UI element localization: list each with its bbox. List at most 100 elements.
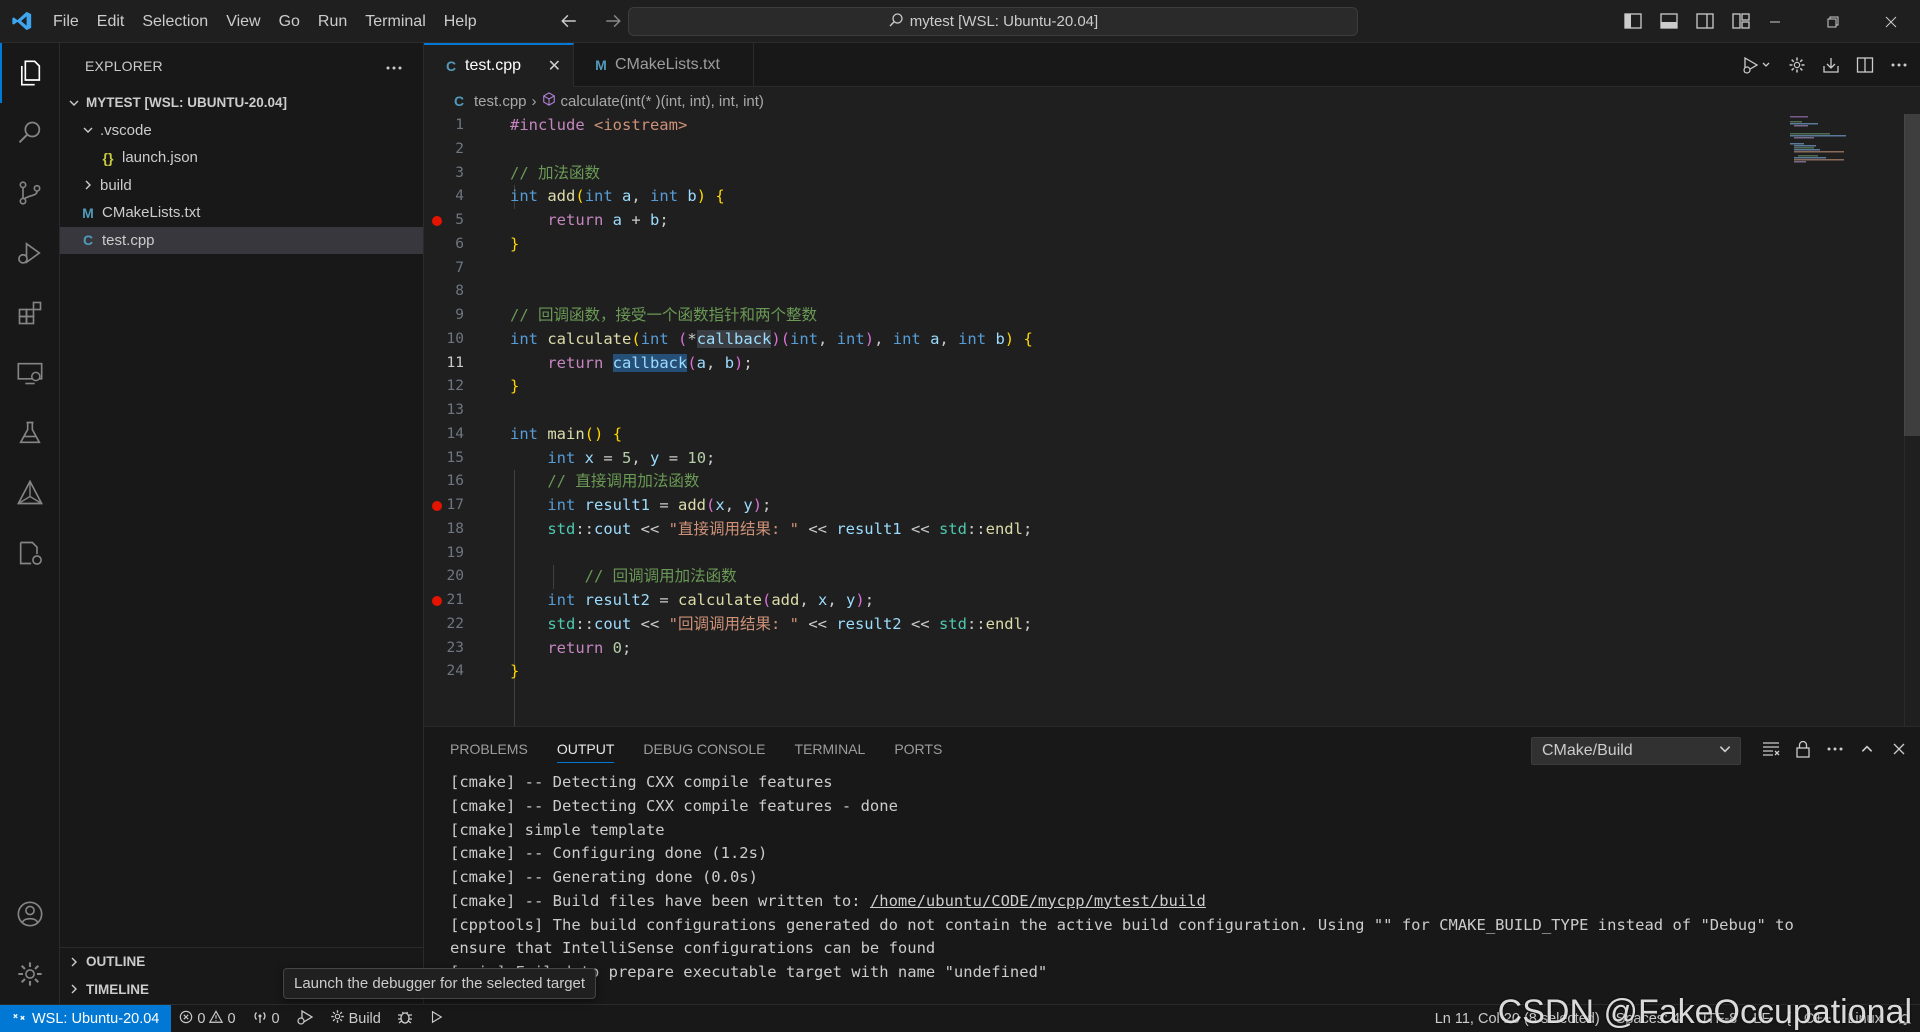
output-channel-select[interactable]: CMake/Build (1531, 737, 1741, 765)
breadcrumb-symbol[interactable]: calculate(int(* )(int, int), int, int) (561, 93, 764, 110)
toggle-secondary-sidebar-icon[interactable] (1692, 8, 1718, 34)
line-number[interactable]: 16 (424, 470, 484, 494)
tree-file-cmakelists[interactable]: M CMakeLists.txt (60, 199, 423, 227)
line-number[interactable]: 3 (424, 162, 484, 186)
remote-explorer-icon[interactable] (0, 343, 60, 403)
debug-target-button[interactable] (288, 1005, 322, 1032)
breakpoint-dot-icon[interactable] (432, 501, 442, 511)
breakpoint-dot-icon[interactable] (432, 596, 442, 606)
tree-file-test-cpp[interactable]: C test.cpp (60, 226, 423, 254)
tab-cmakelists[interactable]: M CMakeLists.txt (574, 43, 754, 87)
breakpoint-dot-icon[interactable] (432, 216, 442, 226)
code-editor[interactable]: 1 2 3 4 5 6 7 8 9 10 11 12 13 14 15 16 17 18 19 20 21 22 23 24 … (424, 114, 1920, 755)
line-number[interactable]: 23 (424, 637, 484, 661)
cmake-launch-button[interactable] (421, 1005, 451, 1032)
minimize-icon[interactable] (1746, 0, 1804, 43)
cmake-debug-button[interactable] (389, 1005, 421, 1032)
menu-file[interactable]: File (44, 0, 88, 43)
extensions-icon[interactable] (0, 283, 60, 343)
output-line: [cmake] -- Detecting CXX compile feature… (450, 796, 898, 815)
manage-gear-icon[interactable] (0, 944, 60, 1004)
line-number[interactable]: 4 (424, 185, 484, 209)
cmake-icon[interactable] (0, 463, 60, 523)
menu-terminal[interactable]: Terminal (356, 0, 434, 43)
toggle-primary-sidebar-icon[interactable] (1620, 8, 1646, 34)
line-number[interactable]: 12 (424, 375, 484, 399)
output-path-link[interactable]: /home/ubuntu/CODE/mycpp/mytest/build (870, 892, 1206, 910)
maximize-panel-icon[interactable] (1856, 738, 1878, 760)
search-icon[interactable] (0, 103, 60, 163)
run-debug-icon[interactable] (0, 223, 60, 283)
line-number[interactable]: 13 (424, 399, 484, 423)
more-actions-icon[interactable] (1824, 738, 1846, 760)
menu-view[interactable]: View (217, 0, 269, 43)
ports-indicator[interactable]: 0 (244, 1005, 288, 1032)
line-number-gutter[interactable]: 1 2 3 4 5 6 7 8 9 10 11 12 13 14 15 16 17 18 19 20 21 22 23 24 (424, 114, 484, 684)
cmake-build-button[interactable]: Build (322, 1005, 389, 1032)
settings-gear-icon[interactable] (1786, 53, 1808, 77)
code-content[interactable]: #include <iostream> // 加法函数 int add(int … (510, 114, 1033, 684)
line-number[interactable]: 6 (424, 233, 484, 257)
line-number[interactable]: 21 (424, 589, 484, 613)
menu-edit[interactable]: Edit (88, 0, 134, 43)
panel-tab-debug-console[interactable]: DEBUG CONSOLE (643, 727, 765, 771)
line-number[interactable]: 19 (424, 542, 484, 566)
breadcrumb-file[interactable]: test.cpp (474, 93, 527, 110)
panel-tab-ports[interactable]: PORTS (894, 727, 942, 771)
panel-tab-output[interactable]: OUTPUT (556, 727, 614, 771)
tree-file-launch-json[interactable]: {} launch.json (60, 144, 423, 172)
menu-go[interactable]: Go (270, 0, 309, 43)
close-window-icon[interactable] (1862, 0, 1920, 43)
forward-arrow-icon[interactable] (600, 8, 626, 34)
line-number[interactable]: 1 (424, 114, 484, 138)
line-number[interactable]: 20 (424, 565, 484, 589)
line-number[interactable]: 24 (424, 660, 484, 684)
line-number[interactable]: 9 (424, 304, 484, 328)
restore-icon[interactable] (1804, 0, 1862, 43)
back-arrow-icon[interactable] (556, 8, 582, 34)
line-number[interactable]: 15 (424, 447, 484, 471)
testing-flask-icon[interactable] (0, 403, 60, 463)
split-editor-icon[interactable] (1854, 53, 1876, 77)
line-number[interactable]: 7 (424, 257, 484, 281)
tree-item-label: .vscode (100, 121, 152, 139)
workspace-root[interactable]: MYTEST [WSL: UBUNTU-20.04] (60, 89, 423, 117)
problems-indicator[interactable]: 0 0 (171, 1005, 243, 1032)
docker-settings-icon[interactable] (0, 523, 60, 583)
line-number[interactable]: 2 (424, 138, 484, 162)
explorer-icon[interactable] (0, 43, 60, 103)
scrollbar-thumb[interactable] (1904, 114, 1920, 436)
source-control-icon[interactable] (0, 163, 60, 223)
download-icon[interactable] (1820, 53, 1842, 77)
lock-scroll-icon[interactable] (1792, 738, 1814, 760)
clear-output-icon[interactable] (1760, 738, 1782, 760)
remote-indicator[interactable]: WSL: Ubuntu-20.04 (0, 1004, 172, 1032)
account-icon[interactable] (0, 884, 60, 944)
tree-folder-build[interactable]: build (60, 172, 423, 200)
more-actions-icon[interactable] (385, 58, 403, 74)
close-icon[interactable]: ✕ (548, 56, 561, 76)
run-debug-dropdown-icon[interactable] (1740, 53, 1774, 77)
panel-tab-terminal[interactable]: TERMINAL (795, 727, 866, 771)
line-number[interactable]: 14 (424, 423, 484, 447)
toggle-panel-icon[interactable] (1656, 8, 1682, 34)
tab-test-cpp[interactable]: C test.cpp ✕ (424, 43, 574, 87)
menu-selection[interactable]: Selection (133, 0, 217, 43)
vertical-scrollbar[interactable] (1904, 114, 1920, 726)
line-number[interactable]: 11 (424, 352, 484, 376)
output-log[interactable]: [cmake] -- Detecting CXX compile feature… (450, 771, 1890, 985)
menu-run[interactable]: Run (309, 0, 356, 43)
line-number[interactable]: 22 (424, 613, 484, 637)
line-number[interactable]: 17 (424, 494, 484, 518)
line-number[interactable]: 5 (424, 209, 484, 233)
close-panel-icon[interactable] (1888, 738, 1910, 760)
minimap[interactable] (1780, 114, 1860, 174)
tree-folder-vscode[interactable]: .vscode (60, 117, 423, 145)
command-center[interactable]: mytest [WSL: Ubuntu-20.04] (628, 7, 1358, 36)
line-number[interactable]: 8 (424, 280, 484, 304)
menu-help[interactable]: Help (435, 0, 486, 43)
more-actions-icon[interactable] (1888, 53, 1910, 77)
line-number[interactable]: 18 (424, 518, 484, 542)
line-number[interactable]: 10 (424, 328, 484, 352)
panel-tab-problems[interactable]: PROBLEMS (450, 727, 528, 771)
